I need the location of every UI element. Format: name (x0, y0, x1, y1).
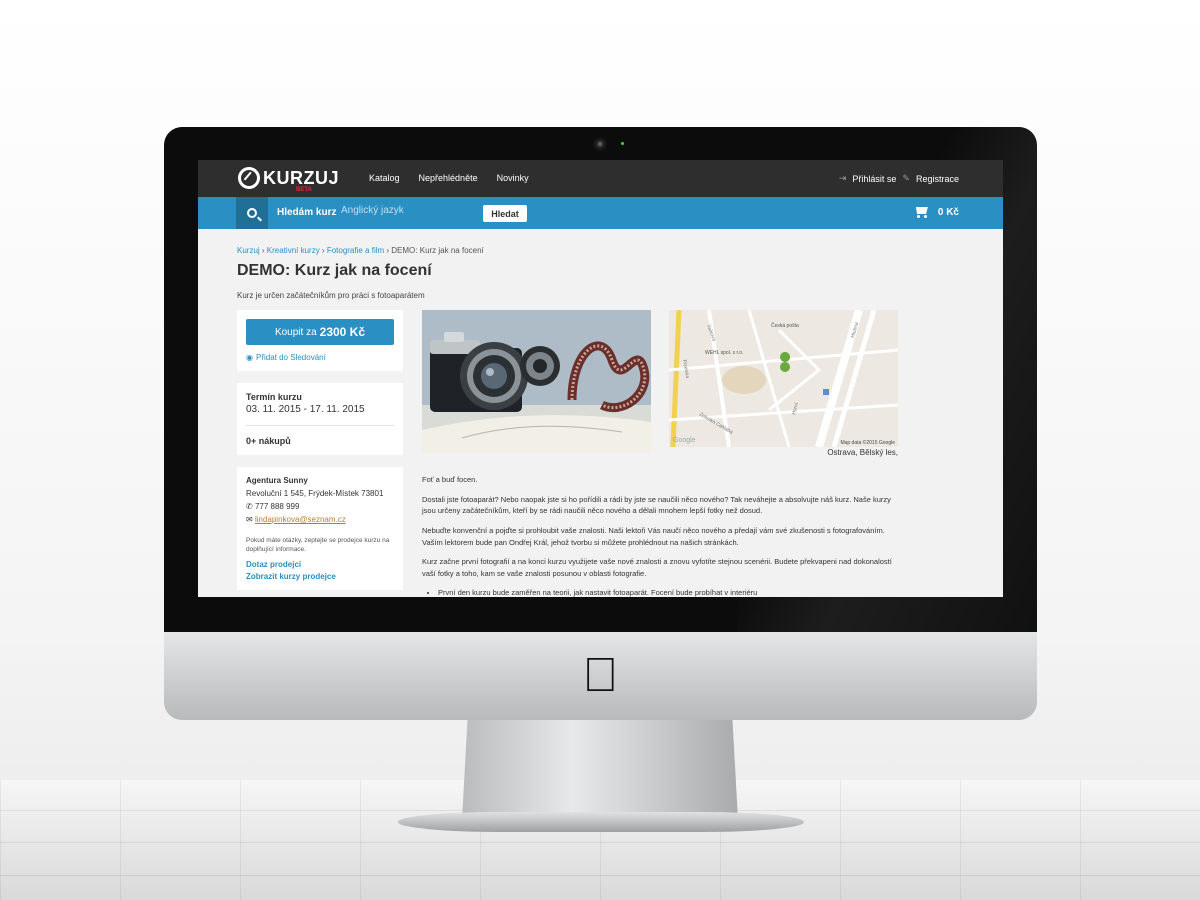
term-label: Termín kurzu (246, 392, 302, 402)
buy-button-price: 2300 Kč (319, 325, 366, 339)
add-to-watchlist-link[interactable]: ◉ Přidat do Sledování (246, 353, 394, 362)
register-pencil-icon: ✎ (902, 173, 910, 183)
logo-text: KURZUJ (263, 167, 340, 188)
login-link[interactable]: Přihlásit se (852, 174, 896, 184)
site-logo[interactable]: KURZUJ BETA (238, 167, 340, 193)
description-paragraph: Foť a buď focen. (422, 475, 478, 484)
webcam-led (621, 142, 624, 145)
webcam-icon (593, 137, 607, 151)
page-title: DEMO: Kurz jak na focení (237, 262, 432, 279)
buy-button-prefix: Koupit za (274, 326, 317, 338)
search-icon-button[interactable] (236, 197, 268, 229)
course-description: Foť a buď focen. Dostali jste fotoaparát… (422, 474, 902, 597)
envelope-icon: ✉ (246, 515, 253, 524)
location-map[interactable]: Česká pošta WEHL spol. s r.o. Pizelska H… (669, 310, 898, 447)
breadcrumb-link-kreativni-kurzy[interactable]: Kreativní kurzy (267, 246, 320, 255)
course-sidebar: Koupit za 2300 Kč ◉ Přidat do Sledování … (237, 310, 403, 597)
course-subtitle: Kurz je určen začátečníkům pro práci s f… (237, 291, 425, 300)
breadcrumb-link-kurzuj[interactable]: Kurzuj (237, 246, 260, 255)
map-label-wehl: WEHL spol. s r.o. (705, 350, 743, 356)
description-paragraph: Dostali jste fotoaparát? Nebo naopak jst… (422, 494, 891, 516)
floor-line (0, 842, 1200, 843)
term-value: 03. 11. 2015 - 17. 11. 2015 (246, 404, 365, 415)
search-label: Hledám kurz (277, 207, 337, 218)
register-link[interactable]: Registrace (916, 174, 959, 184)
search-bar: Hledám kurz Hledat 0 Kč (198, 197, 1003, 229)
nav-item-katalog[interactable]: Katalog (369, 173, 400, 183)
description-paragraph: Kurz začne první fotografií a na konci k… (422, 557, 892, 578)
floor-line (0, 875, 1200, 876)
top-navigation-bar: KURZUJ BETA Katalog Nepřehlédněte Novink… (198, 160, 1003, 197)
seller-phone-row: ✆ 777 888 999 (246, 502, 394, 511)
map-caption: Ostrava, Bělský les, (827, 448, 898, 457)
camera-photo-image (422, 310, 651, 453)
purchase-card: Koupit za 2300 Kč ◉ Přidat do Sledování (237, 310, 403, 371)
seller-name: Agentura Sunny (246, 476, 308, 485)
seller-address: Revoluční 1 545, Frýdek-Místek 73801 (246, 489, 384, 498)
breadcrumb: Kurzuj › Kreativní kurzy › Fotografie a … (237, 246, 484, 255)
cart-button[interactable]: 0 Kč (914, 206, 959, 218)
map-image: Česká pošta WEHL spol. s r.o. Pizelska H… (669, 310, 898, 447)
description-paragraph: Nebuďte konvenční a pojďte si prohloubit… (422, 525, 885, 547)
logo-beta-badge: BETA (296, 187, 312, 193)
phone-icon: ✆ (246, 502, 253, 511)
divider (246, 425, 394, 426)
seller-email-row: ✉ lindapinkova@seznam.cz (246, 515, 394, 524)
monitor-chin:  (164, 632, 1037, 720)
map-google-logo: Google (673, 437, 696, 444)
ask-seller-link[interactable]: Dotaz prodejci (246, 560, 394, 569)
nav-item-neprehlednete[interactable]: Nepřehlédněte (419, 173, 478, 183)
seller-phone: 777 888 999 (254, 502, 300, 511)
description-list-item: První den kurzu bude zaměřen na teorii, … (438, 587, 902, 597)
search-icon (247, 208, 257, 218)
purchase-count: 0+ nákupů (246, 436, 291, 446)
cart-total: 0 Kč (937, 206, 959, 218)
nav-item-novinky[interactable]: Novinky (497, 173, 529, 183)
term-card: Termín kurzu 03. 11. 2015 - 17. 11. 2015… (237, 383, 403, 455)
logo-pin-icon (238, 167, 260, 189)
eye-icon: ◉ (246, 353, 253, 362)
watch-label: Přidat do Sledování (255, 353, 326, 362)
monitor-stand (462, 720, 738, 820)
seller-courses-link[interactable]: Zobrazit kurzy prodejce (246, 572, 394, 581)
cart-icon (914, 206, 930, 218)
description-list: První den kurzu bude zaměřen na teorii, … (438, 587, 902, 597)
apple-logo-icon:  (583, 652, 619, 700)
search-input[interactable] (341, 205, 476, 216)
seller-email-link[interactable]: lindapinkova@seznam.cz (255, 515, 346, 524)
browser-screen: KURZUJ BETA Katalog Nepřehlédněte Novink… (198, 160, 1003, 597)
breadcrumb-link-fotografie-a-film[interactable]: Fotografie a film (327, 246, 384, 255)
monitor-base (398, 812, 804, 832)
breadcrumb-current: DEMO: Kurz jak na focení (391, 246, 484, 255)
seller-note: Pokud máte otázky, zeptejte se prodejce … (246, 537, 390, 554)
map-label-ceska-posta: Česká pošta (771, 322, 799, 329)
seller-card: Agentura Sunny Revoluční 1 545, Frýdek-M… (237, 467, 403, 591)
login-arrow-icon: ⇥ (838, 173, 847, 183)
main-nav: Katalog Nepřehlédněte Novinky (369, 173, 529, 183)
search-submit-button[interactable]: Hledat (483, 205, 527, 222)
course-header: Kurzuj › Kreativní kurzy › Fotografie a … (237, 246, 967, 300)
map-credit: Map data ©2015 Google (840, 439, 895, 446)
auth-links: ⇥ Přihlásit se ✎ Registrace (839, 173, 959, 184)
course-photo (422, 310, 651, 453)
buy-button[interactable]: Koupit za 2300 Kč (246, 319, 394, 345)
